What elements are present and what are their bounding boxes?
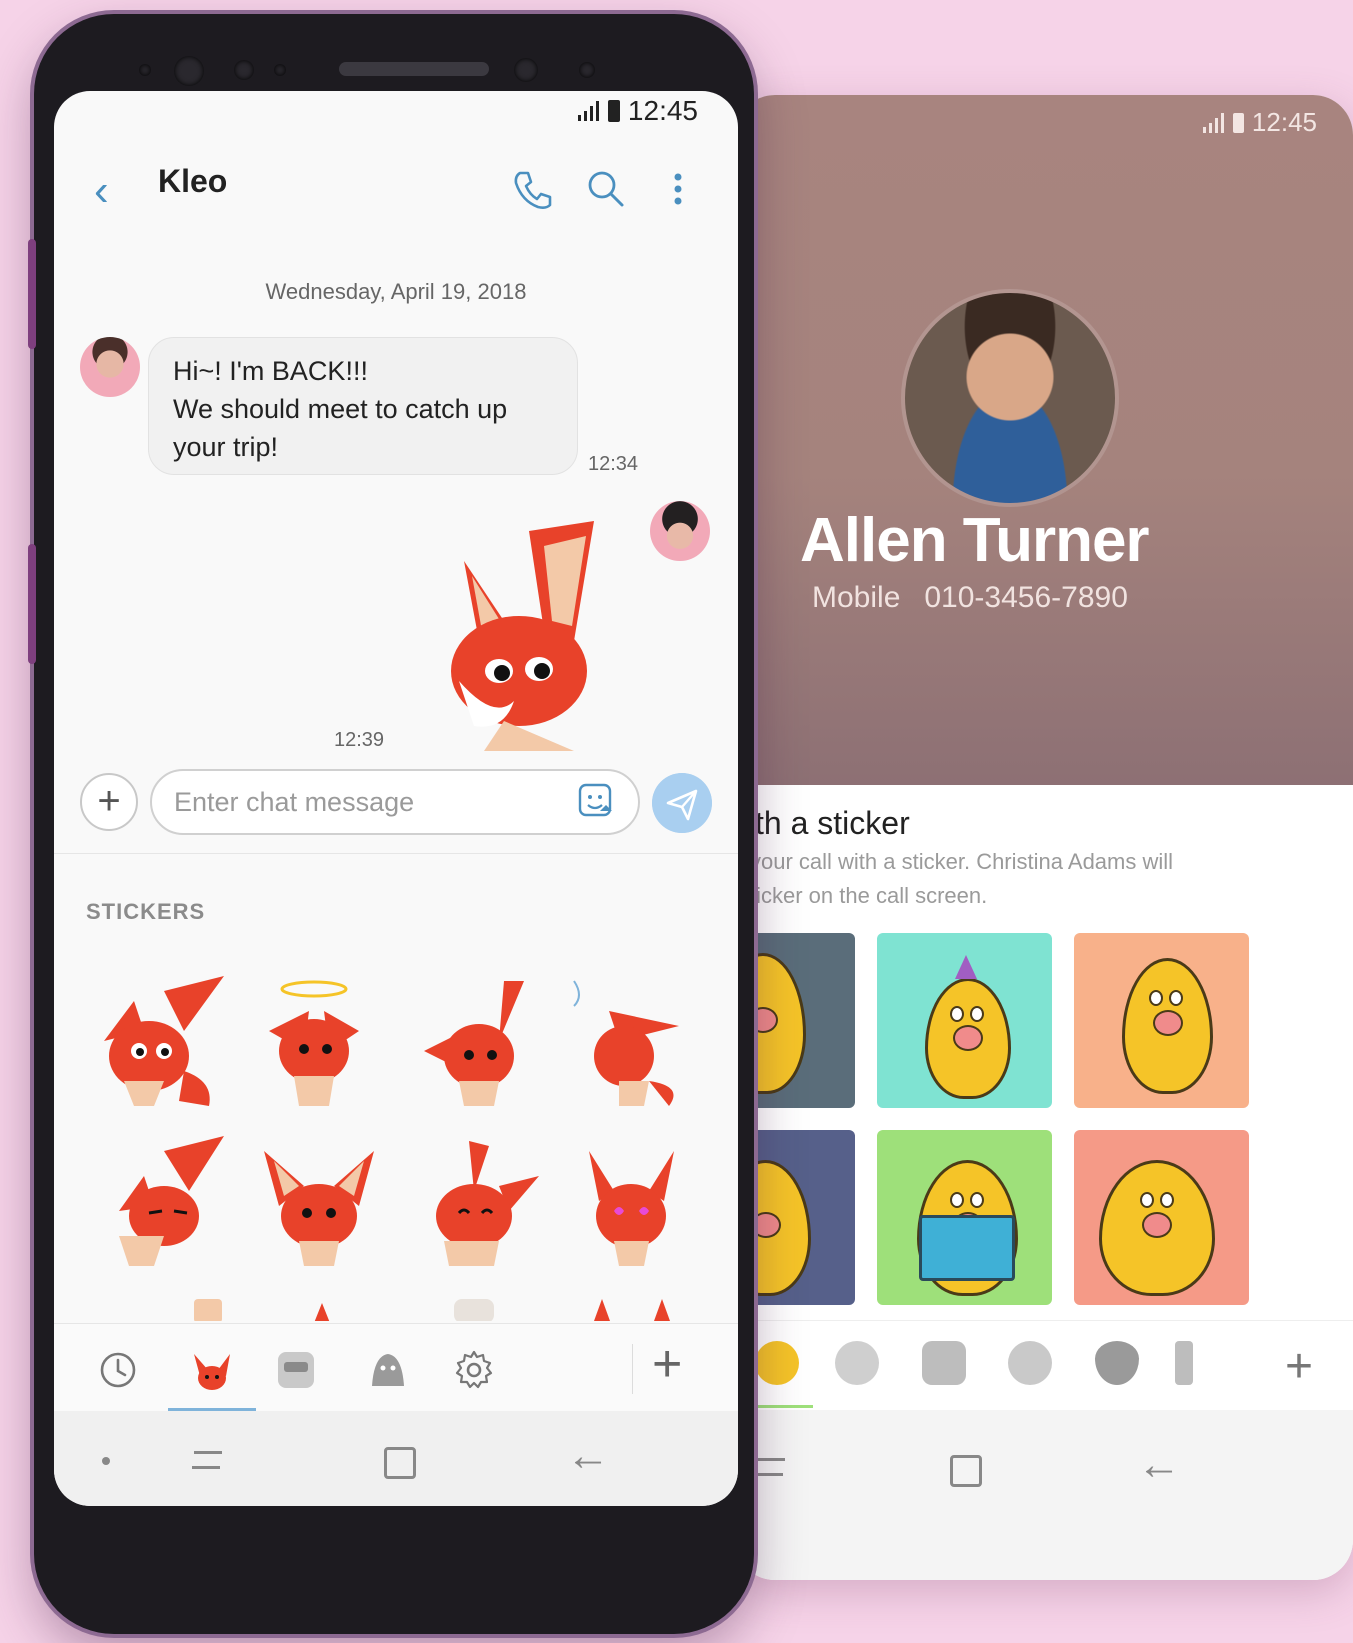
settings-icon[interactable] (450, 1346, 498, 1394)
message-line: Hi~! I'm BACK!!! (173, 356, 368, 386)
message-composer: + (54, 763, 738, 854)
fox-sticker[interactable] (444, 521, 614, 751)
status-time: 12:45 (1251, 107, 1317, 137)
status-time: 12:45 (627, 95, 698, 126)
fox-sticker-shy[interactable] (249, 1131, 389, 1271)
fox-sticker-surprised[interactable] (94, 971, 234, 1111)
call-sticker-tile[interactable] (1074, 1130, 1249, 1305)
navigation-bar: ← (735, 1410, 1353, 1580)
add-sticker-pack-button[interactable]: + (652, 1334, 682, 1394)
back-icon[interactable]: ← (1137, 1440, 1181, 1490)
bixby-button (28, 544, 36, 664)
blob-sticker-icon[interactable] (755, 1341, 799, 1385)
fox-sticker-sly[interactable] (94, 1131, 234, 1271)
send-icon[interactable] (652, 773, 712, 833)
contact-phone-row: Mobile 010-3456-7890 (812, 581, 1128, 615)
avatar[interactable] (80, 337, 140, 397)
fox-sticker-sneeze[interactable] (559, 971, 699, 1111)
battery-icon (1232, 112, 1244, 133)
status-bar: 12:45 (1202, 107, 1317, 138)
fox-sticker-halo[interactable] (249, 971, 389, 1111)
character-tab-icon[interactable] (272, 1346, 320, 1394)
sticker-icon[interactable] (576, 781, 616, 821)
back-icon[interactable]: ← (566, 1431, 610, 1481)
contact-name: Allen Turner (800, 506, 1150, 575)
dot-icon (102, 1457, 110, 1465)
fox-sticker-love[interactable] (559, 1131, 699, 1271)
message-line: your trip! (173, 432, 279, 462)
contact-hero: 12:45 Allen Turner Mobile 010-3456-7890 (735, 95, 1353, 785)
sticker-row-partial (54, 1291, 738, 1321)
call-sticker-tabs: + (735, 1320, 1353, 1411)
chat-title: Kleo (158, 163, 228, 199)
date-separator: Wednesday, April 19, 2018 (265, 279, 527, 304)
sticker-section-title: th a sticker (755, 805, 910, 841)
chat-message-input[interactable] (150, 769, 640, 835)
description-line-1: your call with a sticker. Christina Adam… (750, 849, 1174, 874)
avatar[interactable] (650, 501, 710, 561)
character-sticker-icon[interactable] (1008, 1341, 1052, 1385)
phone-type: Mobile (812, 581, 901, 614)
call-sticker-tile[interactable] (877, 1130, 1052, 1305)
home-icon[interactable] (384, 1447, 416, 1479)
signal-icon (1202, 112, 1225, 133)
signal-icon (577, 101, 600, 121)
add-sticker-button[interactable]: + (1285, 1339, 1313, 1394)
battery-icon (607, 100, 620, 122)
search-icon[interactable] (582, 165, 630, 213)
recent-apps-icon[interactable] (192, 1449, 222, 1471)
app-bar: ‹ Kleo (54, 151, 738, 231)
volume-button (28, 239, 36, 349)
contact-call-screen: 12:45 Allen Turner Mobile 010-3456-7890 … (735, 95, 1353, 1580)
call-sticker-tile[interactable] (877, 933, 1052, 1108)
home-icon[interactable] (950, 1455, 982, 1487)
fox-sticker-happy[interactable] (404, 1131, 544, 1271)
chevron-left-icon[interactable]: ‹ (94, 161, 134, 221)
more-vert-icon[interactable] (654, 165, 702, 213)
message-time: 12:34 (588, 453, 639, 475)
robot-sticker-icon[interactable] (922, 1341, 966, 1385)
phone-icon[interactable] (508, 165, 556, 213)
message-line: We should meet to catch up (173, 394, 508, 424)
attach-button[interactable]: + (80, 773, 138, 831)
contact-avatar (905, 293, 1115, 503)
description-line-2: ticker on the call screen. (750, 883, 988, 908)
message-time: 12:39 (334, 729, 385, 751)
call-sticker-tile[interactable] (1074, 933, 1249, 1108)
ghost-tab-icon[interactable] (364, 1346, 412, 1394)
fox-sticker-looking[interactable] (404, 971, 544, 1111)
chat-screen: 12:45 ‹ Kleo Wednesday, April 19, 2018 H… (54, 91, 738, 1506)
phone-number[interactable]: 010-3456-7890 (924, 581, 1128, 615)
fox-tab-icon[interactable] (188, 1346, 236, 1394)
tab-divider (632, 1344, 633, 1394)
heart-sticker-icon[interactable] (1095, 1341, 1139, 1385)
monkey-sticker-icon[interactable] (835, 1341, 879, 1385)
clock-icon[interactable] (94, 1346, 142, 1394)
incoming-message-bubble[interactable]: Hi~! I'm BACK!!! We should meet to catch… (148, 337, 578, 475)
navigation-bar: ← (54, 1411, 738, 1506)
more-sticker-icon[interactable] (1175, 1341, 1193, 1385)
stickers-label: STICKERS (86, 899, 206, 924)
recent-apps-icon[interactable] (755, 1456, 785, 1478)
sticker-section-description: your call with a sticker. Christina Adam… (750, 845, 1310, 913)
sticker-tab-bar: + (54, 1323, 738, 1414)
status-bar: 12:45 (577, 95, 698, 127)
